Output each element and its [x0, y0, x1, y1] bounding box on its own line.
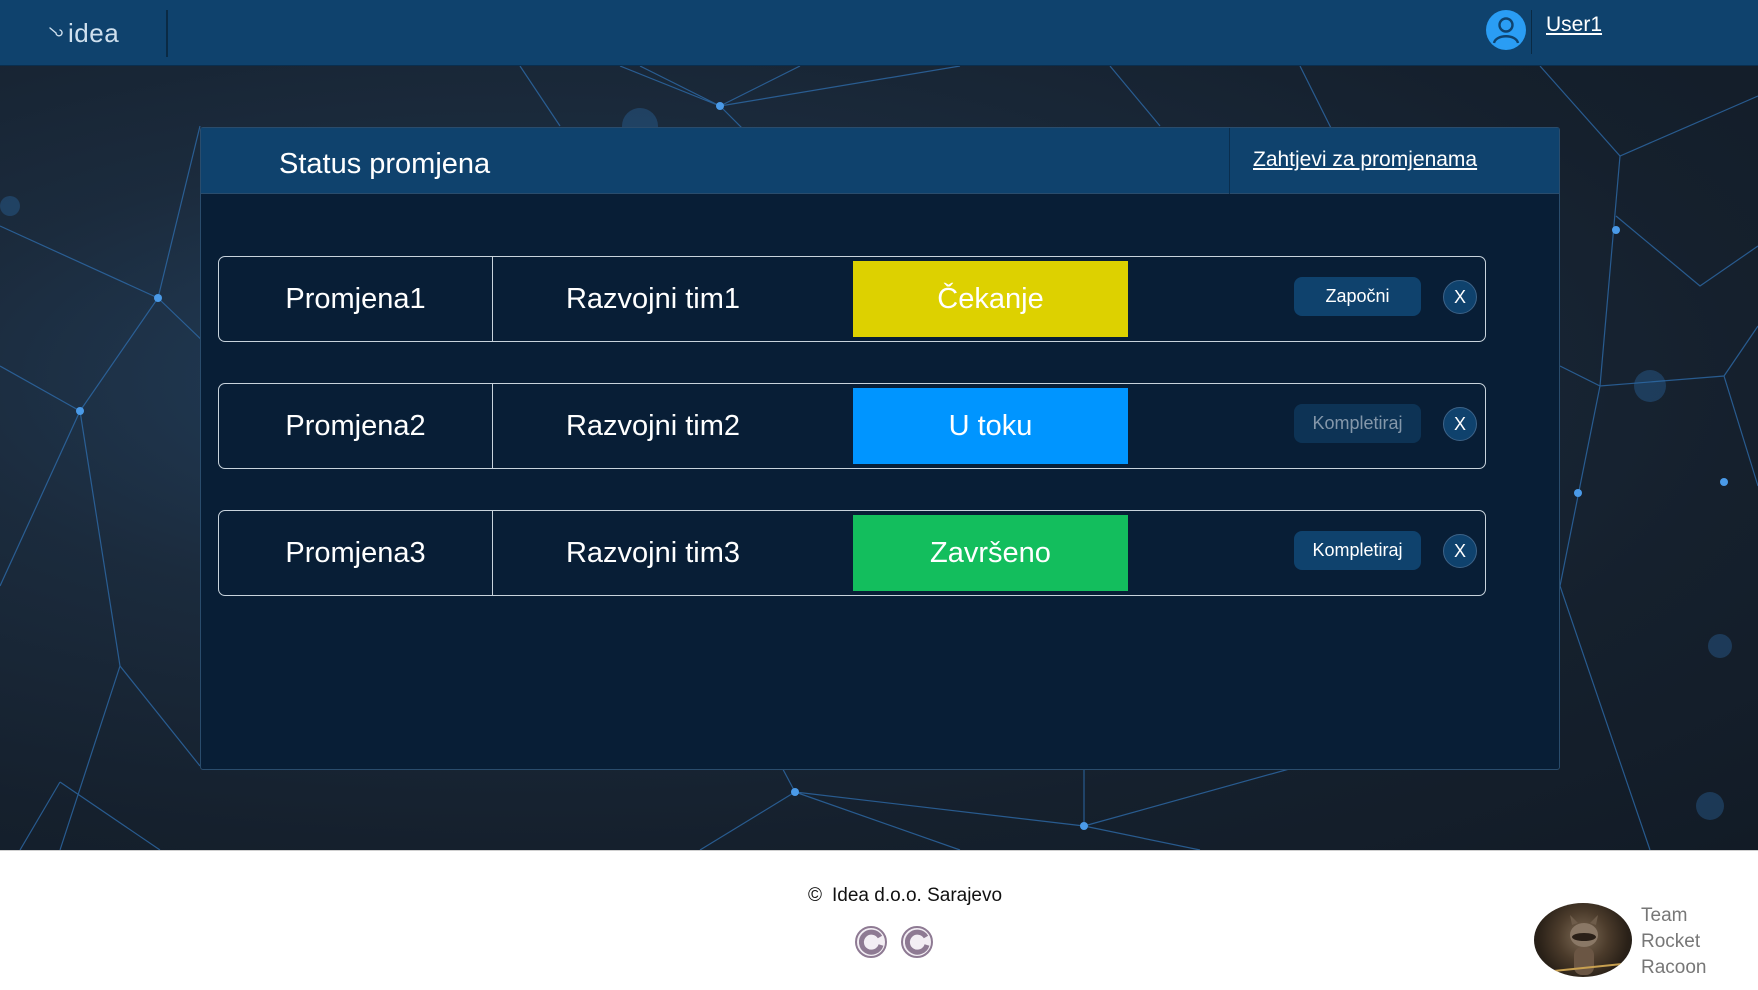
status-badge-done: Završeno: [853, 515, 1128, 591]
close-button[interactable]: X: [1443, 280, 1477, 314]
team-name-line: Team: [1641, 905, 1688, 926]
change-team: Razvojni tim1: [565, 282, 741, 315]
user-menu[interactable]: User1: [1486, 10, 1602, 50]
badge-icon: [855, 926, 887, 958]
footer: © Idea d.o.o. Sarajevo Team Rocket Racoo…: [0, 850, 1758, 990]
status-badge-in-progress: U toku: [853, 388, 1128, 464]
change-name: Promjena1: [219, 257, 493, 341]
user-name-link[interactable]: User1: [1546, 13, 1602, 37]
copyright-symbol: ©: [808, 885, 822, 906]
copyright: © Idea d.o.o. Sarajevo: [808, 885, 1002, 907]
badges: [854, 925, 934, 959]
change-team: Razvojni tim3: [565, 536, 741, 569]
idea-logo[interactable]: idea: [48, 18, 119, 48]
change-row: Promjena1 Razvojni tim1 Čekanje Započni …: [218, 256, 1486, 342]
team-name-line: Racoon: [1641, 957, 1707, 978]
team-name-line: Rocket: [1641, 931, 1701, 952]
top-navbar: idea User1: [0, 0, 1758, 66]
header-separator: [1229, 128, 1230, 194]
team-logo: [1534, 903, 1632, 977]
page-title: Status promjena: [279, 148, 491, 180]
status-badge-waiting: Čekanje: [853, 261, 1128, 337]
user-divider: [1531, 10, 1532, 54]
change-team: Razvojni tim2: [565, 409, 741, 442]
change-row: Promjena3 Razvojni tim3 Završeno Komplet…: [218, 510, 1486, 596]
complete-button-disabled[interactable]: Kompletiraj: [1294, 404, 1421, 443]
close-button[interactable]: X: [1443, 407, 1477, 441]
logo-text: idea: [68, 17, 120, 48]
logo-divider: [166, 10, 168, 57]
badge-icon: [901, 926, 933, 958]
change-requests-link[interactable]: Zahtjevi za promjenama: [1253, 148, 1477, 172]
status-panel: Status promjena Zahtjevi za promjenama P…: [200, 127, 1560, 770]
change-row: Promjena2 Razvojni tim2 U toku Kompletir…: [218, 383, 1486, 469]
complete-button[interactable]: Kompletiraj: [1294, 531, 1421, 570]
team-name: Team Rocket Racoon: [1641, 903, 1707, 981]
close-button[interactable]: X: [1443, 534, 1477, 568]
copyright-text: Idea d.o.o. Sarajevo: [832, 885, 1003, 906]
start-button[interactable]: Započni: [1294, 277, 1421, 316]
logo-mark-icon: [49, 27, 63, 37]
user-avatar-icon: [1486, 10, 1526, 50]
panel-header: Status promjena Zahtjevi za promjenama: [201, 128, 1559, 194]
change-name: Promjena2: [219, 384, 493, 468]
change-name: Promjena3: [219, 511, 493, 595]
raccoon-icon: [1534, 915, 1632, 975]
